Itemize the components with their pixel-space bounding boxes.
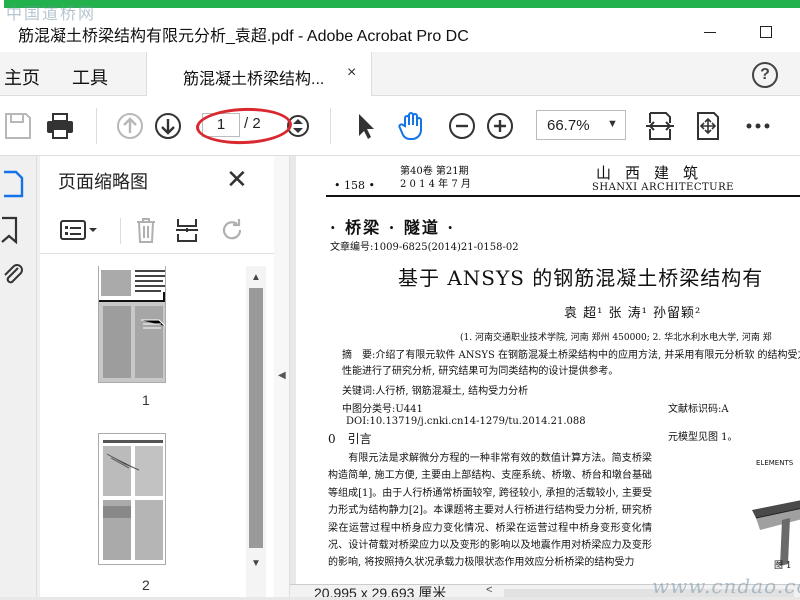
left-panel: 页面缩略图 ✕ 1 2 ▲ ▼ (0, 156, 274, 597)
print-icon[interactable] (44, 110, 76, 142)
save-icon[interactable] (2, 110, 34, 142)
doi: DOI:10.13719/j.cnki.cn14-1279/tu.2014.21… (346, 416, 586, 427)
tab-document[interactable]: 筋混凝土桥梁结构... × (146, 52, 372, 96)
thumbnail-preview (99, 434, 165, 564)
main-toolbar: 1 / 2 66.7% ▼ (0, 96, 800, 156)
next-page-icon[interactable] (152, 110, 184, 142)
header-rule (326, 195, 800, 197)
tab-tools[interactable]: 工具 (72, 64, 108, 90)
hand-tool-icon[interactable] (396, 110, 428, 142)
page-number: • 158 • (334, 179, 375, 192)
select-cursor-icon[interactable] (350, 110, 382, 142)
page-thumbnails-panel: 页面缩略图 ✕ 1 2 ▲ ▼ (40, 156, 274, 597)
zoom-level-value: 66.7% (547, 117, 590, 134)
tab-document-label: 筋混凝土桥梁结构... (183, 71, 325, 88)
thumbnail-page-label: 2 (142, 577, 150, 593)
window-title: 筋混凝土桥梁结构有限元分析_袁超.pdf - Adobe Acrobat Pro… (18, 28, 469, 45)
thumbnail-preview (99, 266, 165, 382)
bookmarks-icon[interactable] (0, 216, 22, 244)
collapse-panel-icon[interactable]: ◀ (278, 370, 286, 381)
panel-divider (36, 156, 37, 597)
body-paragraph: 有限元法是求解微分方程的一种非常有效的数值计算方法。简支桥梁构造简单, 施工方便… (328, 453, 652, 569)
document-code: 文献标识码:A (668, 404, 729, 415)
paper-authors: 袁 超¹ 张 涛¹ 孙留颖² (564, 306, 702, 321)
delete-page-icon[interactable] (134, 216, 158, 244)
author-affiliation: (1. 河南交通职业技术学院, 河南 郑州 450000; 2. 华北水利水电大… (460, 333, 772, 343)
thumbnail-options-icon[interactable] (58, 218, 100, 242)
scroll-up-icon[interactable]: ▲ (251, 272, 261, 283)
scroll-down-icon[interactable]: ▼ (251, 558, 261, 569)
panel-collapse-strip[interactable]: ◀ (274, 156, 290, 597)
rotate-icon[interactable] (218, 216, 246, 244)
zoom-level-select[interactable]: 66.7% ▼ (536, 110, 626, 140)
page-thumbnails-icon[interactable] (2, 170, 24, 198)
thumbnail-scrollbar[interactable]: ▲ ▼ (246, 266, 266, 597)
document-view[interactable]: • 158 • 第40卷 第21期 2 0 1 4 年 7 月 山西建筑 SHA… (290, 156, 800, 584)
attachments-icon[interactable] (0, 260, 24, 288)
tab-home[interactable]: 主页 (4, 64, 40, 90)
full-screen-icon[interactable] (692, 110, 724, 142)
thumbnail-toolbar (40, 206, 274, 254)
minimize-icon (704, 32, 716, 33)
section-heading: 0 引言 (328, 432, 372, 446)
journal-name: 山西建筑 (596, 164, 713, 182)
maximize-button[interactable] (746, 20, 786, 44)
scrollbar-thumb[interactable] (249, 288, 263, 548)
window-frame-top (0, 0, 800, 8)
toolbar-separator (330, 108, 331, 144)
page-thumbnail-2[interactable] (98, 433, 166, 565)
page-thumbnail-1[interactable] (98, 266, 166, 383)
toolbar-separator (96, 108, 97, 144)
article-number: 文章编号:1009-6825(2014)21-0158-02 (330, 242, 519, 253)
fit-page-icon[interactable] (644, 110, 676, 142)
thumbnail-page-label: 1 (142, 392, 150, 408)
right-column-text: 元模型见图 1。 (668, 432, 738, 443)
chevron-down-icon: ▼ (607, 118, 618, 130)
maximize-icon (760, 26, 772, 38)
watermark-site-url: www.cndao.com (652, 574, 800, 598)
paper-title: 基于 ANSYS 的钢筋混凝土桥梁结构有 (398, 266, 764, 290)
title-bar: 筋混凝土桥梁结构有限元分析_袁超.pdf - Adobe Acrobat Pro… (0, 8, 800, 52)
abstract-label: 摘 要: (342, 350, 376, 361)
panel-title: 页面缩略图 (58, 172, 148, 192)
scroll-left-icon[interactable]: < (486, 584, 492, 596)
pdf-page: • 158 • 第40卷 第21期 2 0 1 4 年 7 月 山西建筑 SHA… (296, 156, 800, 584)
abstract-text: 介绍了有限元软件 ANSYS 在钢筋混凝土桥梁结构中的应用方法, 并采用有限元分… (342, 350, 800, 377)
column-heading: · 桥梁 · 隧道 · (330, 218, 455, 237)
toolbar-separator (120, 218, 121, 244)
journal-volume: 第40卷 第21期 (400, 166, 469, 177)
previous-page-icon[interactable] (114, 110, 146, 142)
zoom-in-icon[interactable] (484, 110, 516, 142)
more-icon[interactable] (742, 110, 774, 142)
abstract: 摘 要:介绍了有限元软件 ANSYS 在钢筋混凝土桥梁结构中的应用方法, 并采用… (342, 348, 800, 380)
tab-close-icon[interactable]: × (347, 64, 356, 82)
watermark-site-name: 中国道桥网 (6, 4, 97, 23)
classification-number: 中图分类号:U441 (342, 404, 423, 415)
tab-bar: 主页 工具 筋混凝土桥梁结构... × ? (0, 52, 800, 96)
journal-name-english: SHANXI ARCHITECTURE (592, 182, 734, 193)
keywords: 关键词:人行桥, 钢筋混凝土, 结构受力分析 (342, 386, 529, 397)
extract-page-icon[interactable] (174, 216, 200, 244)
figure-caption: 图 1 (774, 561, 792, 571)
help-icon[interactable]: ? (752, 62, 778, 88)
journal-date: 2 0 1 4 年 7 月 (400, 179, 471, 190)
close-icon[interactable]: ✕ (226, 164, 248, 195)
panel-icon-strip (0, 156, 32, 597)
minimize-button[interactable] (690, 20, 730, 44)
figure-label: ELEMENTS (756, 459, 794, 467)
journal-issue: 第40卷 第21期 2 0 1 4 年 7 月 (400, 165, 471, 191)
zoom-out-icon[interactable] (446, 110, 478, 142)
